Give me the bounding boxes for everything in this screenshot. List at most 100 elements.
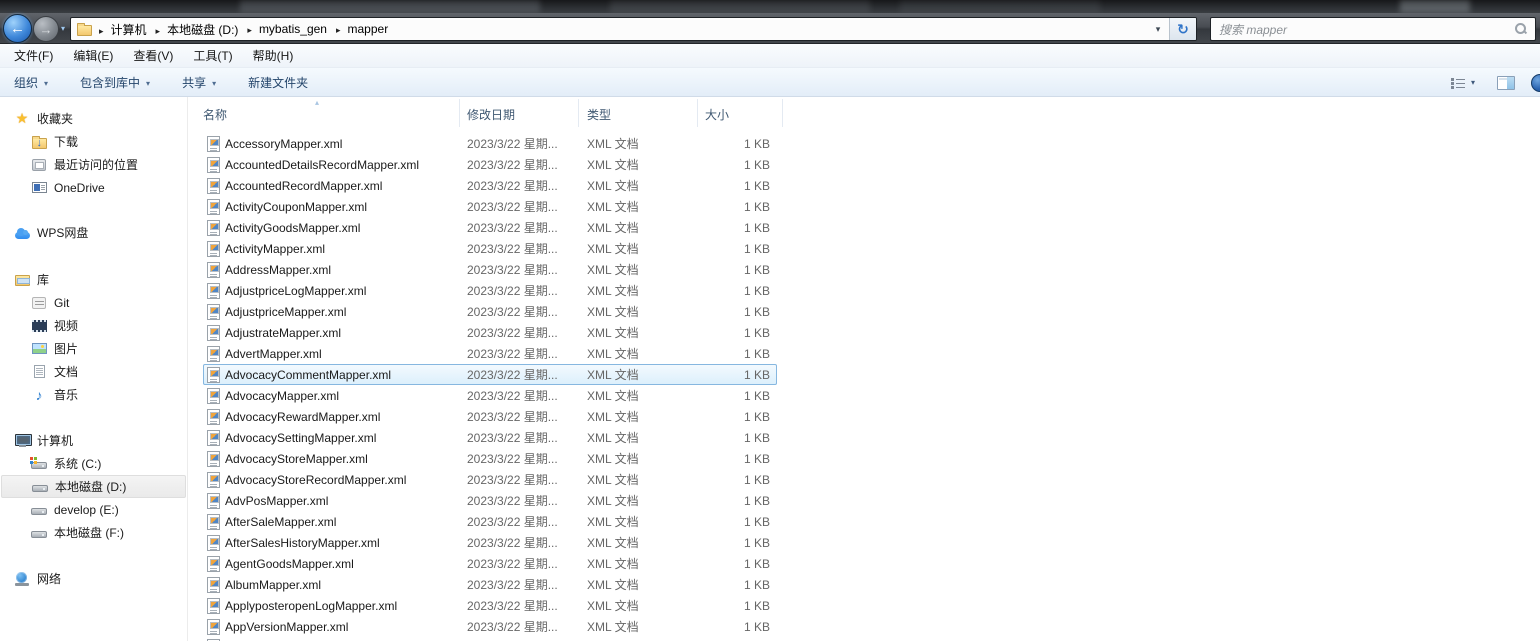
file-row[interactable]: AdjustrateMapper.xml 2023/3/22 星期... XML… <box>203 322 777 343</box>
xml-file-icon <box>207 388 220 404</box>
search-box[interactable]: 搜索 mapper <box>1210 17 1536 41</box>
file-row[interactable]: AdvocacySettingMapper.xml 2023/3/22 星期..… <box>203 427 777 448</box>
file-size: 1 KB <box>697 410 777 424</box>
sidebar-item-drive-c[interactable]: 系统 (C:) <box>0 452 187 475</box>
new-folder-button[interactable]: 新建文件夹 <box>240 70 316 95</box>
file-type: XML 文档 <box>587 387 697 404</box>
menu-view[interactable]: 查看(V) <box>123 44 183 67</box>
file-row[interactable]: ActivityMapper.xml 2023/3/22 星期... XML 文… <box>203 238 777 259</box>
file-row[interactable]: AccountedDetailsRecordMapper.xml 2023/3/… <box>203 154 777 175</box>
column-header-type[interactable]: 类型 <box>587 106 611 123</box>
recent-pages-dropdown-icon[interactable]: ▾ <box>61 24 65 33</box>
share-button[interactable]: 共享 <box>174 70 224 95</box>
file-row[interactable]: AdvertMapper.xml 2023/3/22 星期... XML 文档 … <box>203 343 777 364</box>
column-separator[interactable] <box>782 99 783 127</box>
sidebar-item-music[interactable]: ♪ 音乐 <box>0 383 187 406</box>
sidebar-item-libraries[interactable]: 库 <box>0 268 187 291</box>
column-header-name[interactable]: 名称 <box>203 106 227 123</box>
sidebar-item-downloads[interactable]: ↓ 下载 <box>0 130 187 153</box>
address-history-dropdown-button[interactable]: ▾ <box>1147 18 1169 40</box>
file-row[interactable]: AdvocacyMapper.xml 2023/3/22 星期... XML 文… <box>203 385 777 406</box>
address-bar[interactable]: 计算机 本地磁盘 (D:) mybatis_gen mapper ▾ ↻ <box>70 17 1197 41</box>
column-separator[interactable] <box>697 99 698 127</box>
help-button[interactable] <box>1531 74 1540 92</box>
change-view-button[interactable]: ▾ <box>1451 77 1475 89</box>
xml-file-icon <box>207 136 220 152</box>
sidebar-item-documents[interactable]: 文档 <box>0 360 187 383</box>
sidebar-label: 计算机 <box>37 432 73 449</box>
network-icon <box>15 572 29 586</box>
file-size: 1 KB <box>697 557 777 571</box>
preview-pane-button[interactable] <box>1497 76 1515 90</box>
sidebar-item-recent-places[interactable]: 最近访问的位置 <box>0 153 187 176</box>
file-row[interactable]: AdvocacyStoreMapper.xml 2023/3/22 星期... … <box>203 448 777 469</box>
drive-icon <box>32 485 48 492</box>
file-row[interactable]: AdvPosMapper.xml 2023/3/22 星期... XML 文档 … <box>203 490 777 511</box>
git-library-icon <box>32 297 46 309</box>
file-row[interactable]: ApplyposteropenLogMapper.xml 2023/3/22 星… <box>203 595 777 616</box>
forward-button[interactable]: → <box>33 16 59 42</box>
file-row[interactable]: AddressMapper.xml 2023/3/22 星期... XML 文档… <box>203 259 777 280</box>
column-separator[interactable] <box>459 99 460 127</box>
sidebar-item-videos[interactable]: 视频 <box>0 314 187 337</box>
back-button[interactable]: ← <box>3 14 32 43</box>
file-row[interactable]: AccessoryMapper.xml 2023/3/22 星期... XML … <box>203 133 777 154</box>
file-name: ActivityMapper.xml <box>225 242 467 256</box>
file-row[interactable]: AdjustpriceLogMapper.xml 2023/3/22 星期...… <box>203 280 777 301</box>
breadcrumb-computer[interactable]: 计算机 <box>92 18 149 40</box>
file-row[interactable]: AdvocacyStoreRecordMapper.xml 2023/3/22 … <box>203 469 777 490</box>
glass-reflection <box>610 0 870 13</box>
sidebar-item-pictures[interactable]: 图片 <box>0 337 187 360</box>
file-date-modified: 2023/3/22 星期... <box>467 534 587 551</box>
file-row[interactable]: AgentGoodsMapper.xml 2023/3/22 星期... XML… <box>203 553 777 574</box>
breadcrumb-mapper[interactable]: mapper <box>329 19 390 39</box>
organize-button[interactable]: 组织 <box>6 70 56 95</box>
file-row[interactable]: ActivityGoodsMapper.xml 2023/3/22 星期... … <box>203 217 777 238</box>
column-header-size[interactable]: 大小 <box>705 106 729 123</box>
xml-file-icon <box>207 199 220 215</box>
xml-file-icon <box>207 304 220 320</box>
chevron-down-icon: ▾ <box>1471 78 1475 87</box>
sidebar-item-drive-e[interactable]: develop (E:) <box>0 498 187 521</box>
sidebar-item-git[interactable]: Git <box>0 291 187 314</box>
file-row[interactable]: AccountedRecordMapper.xml 2023/3/22 星期..… <box>203 175 777 196</box>
file-row[interactable]: AfterSalesHistoryMapper.xml 2023/3/22 星期… <box>203 532 777 553</box>
sidebar-item-favorites[interactable]: ★ 收藏夹 <box>0 107 187 130</box>
sidebar-item-wps-cloud[interactable]: WPS网盘 <box>0 221 187 244</box>
file-size: 1 KB <box>697 473 777 487</box>
file-size: 1 KB <box>697 431 777 445</box>
column-header-date-modified[interactable]: 修改日期 <box>467 106 515 123</box>
file-name: AccountedRecordMapper.xml <box>225 179 467 193</box>
menu-tools[interactable]: 工具(T) <box>183 44 242 67</box>
menu-edit[interactable]: 编辑(E) <box>63 44 123 67</box>
include-in-library-button[interactable]: 包含到库中 <box>72 70 158 95</box>
column-separator[interactable] <box>578 99 579 127</box>
sidebar-item-drive-d[interactable]: 本地磁盘 (D:) <box>1 475 186 498</box>
refresh-button[interactable]: ↻ <box>1169 18 1196 40</box>
breadcrumb-drive-d[interactable]: 本地磁盘 (D:) <box>149 18 241 40</box>
sidebar-item-onedrive[interactable]: OneDrive <box>0 176 187 199</box>
breadcrumb: 计算机 本地磁盘 (D:) mybatis_gen mapper <box>92 18 1147 40</box>
file-row[interactable]: AdvocacyCommentMapper.xml 2023/3/22 星期..… <box>203 364 777 385</box>
explorer-window: ← → ▾ 计算机 本地磁盘 (D:) mybatis_gen mapper ▾… <box>0 0 1540 641</box>
file-name: AlbumMapper.xml <box>225 578 467 592</box>
system-drive-icon <box>31 462 47 469</box>
file-row[interactable]: AdjustpriceMapper.xml 2023/3/22 星期... XM… <box>203 301 777 322</box>
menu-help[interactable]: 帮助(H) <box>243 44 304 67</box>
sidebar-item-computer[interactable]: 计算机 <box>0 429 187 452</box>
file-name: AccessoryMapper.xml <box>225 137 467 151</box>
breadcrumb-mybatis-gen[interactable]: mybatis_gen <box>240 19 329 39</box>
file-row[interactable]: AdvocacyRewardMapper.xml 2023/3/22 星期...… <box>203 406 777 427</box>
sidebar-item-network[interactable]: 网络 <box>0 567 187 590</box>
file-row[interactable]: ActivityCouponMapper.xml 2023/3/22 星期...… <box>203 196 777 217</box>
menu-file[interactable]: 文件(F) <box>4 44 63 67</box>
file-size: 1 KB <box>697 494 777 508</box>
file-row[interactable]: AlbumMapper.xml 2023/3/22 星期... XML 文档 1… <box>203 574 777 595</box>
file-row[interactable]: AfterSaleMapper.xml 2023/3/22 星期... XML … <box>203 511 777 532</box>
file-type: XML 文档 <box>587 492 697 509</box>
file-row[interactable]: AppVersionMapper.xml 2023/3/22 星期... XML… <box>203 616 777 637</box>
sidebar-label: Git <box>54 296 69 310</box>
sidebar-item-drive-f[interactable]: 本地磁盘 (F:) <box>0 521 187 544</box>
file-date-modified: 2023/3/22 星期... <box>467 555 587 572</box>
xml-file-icon <box>207 451 220 467</box>
